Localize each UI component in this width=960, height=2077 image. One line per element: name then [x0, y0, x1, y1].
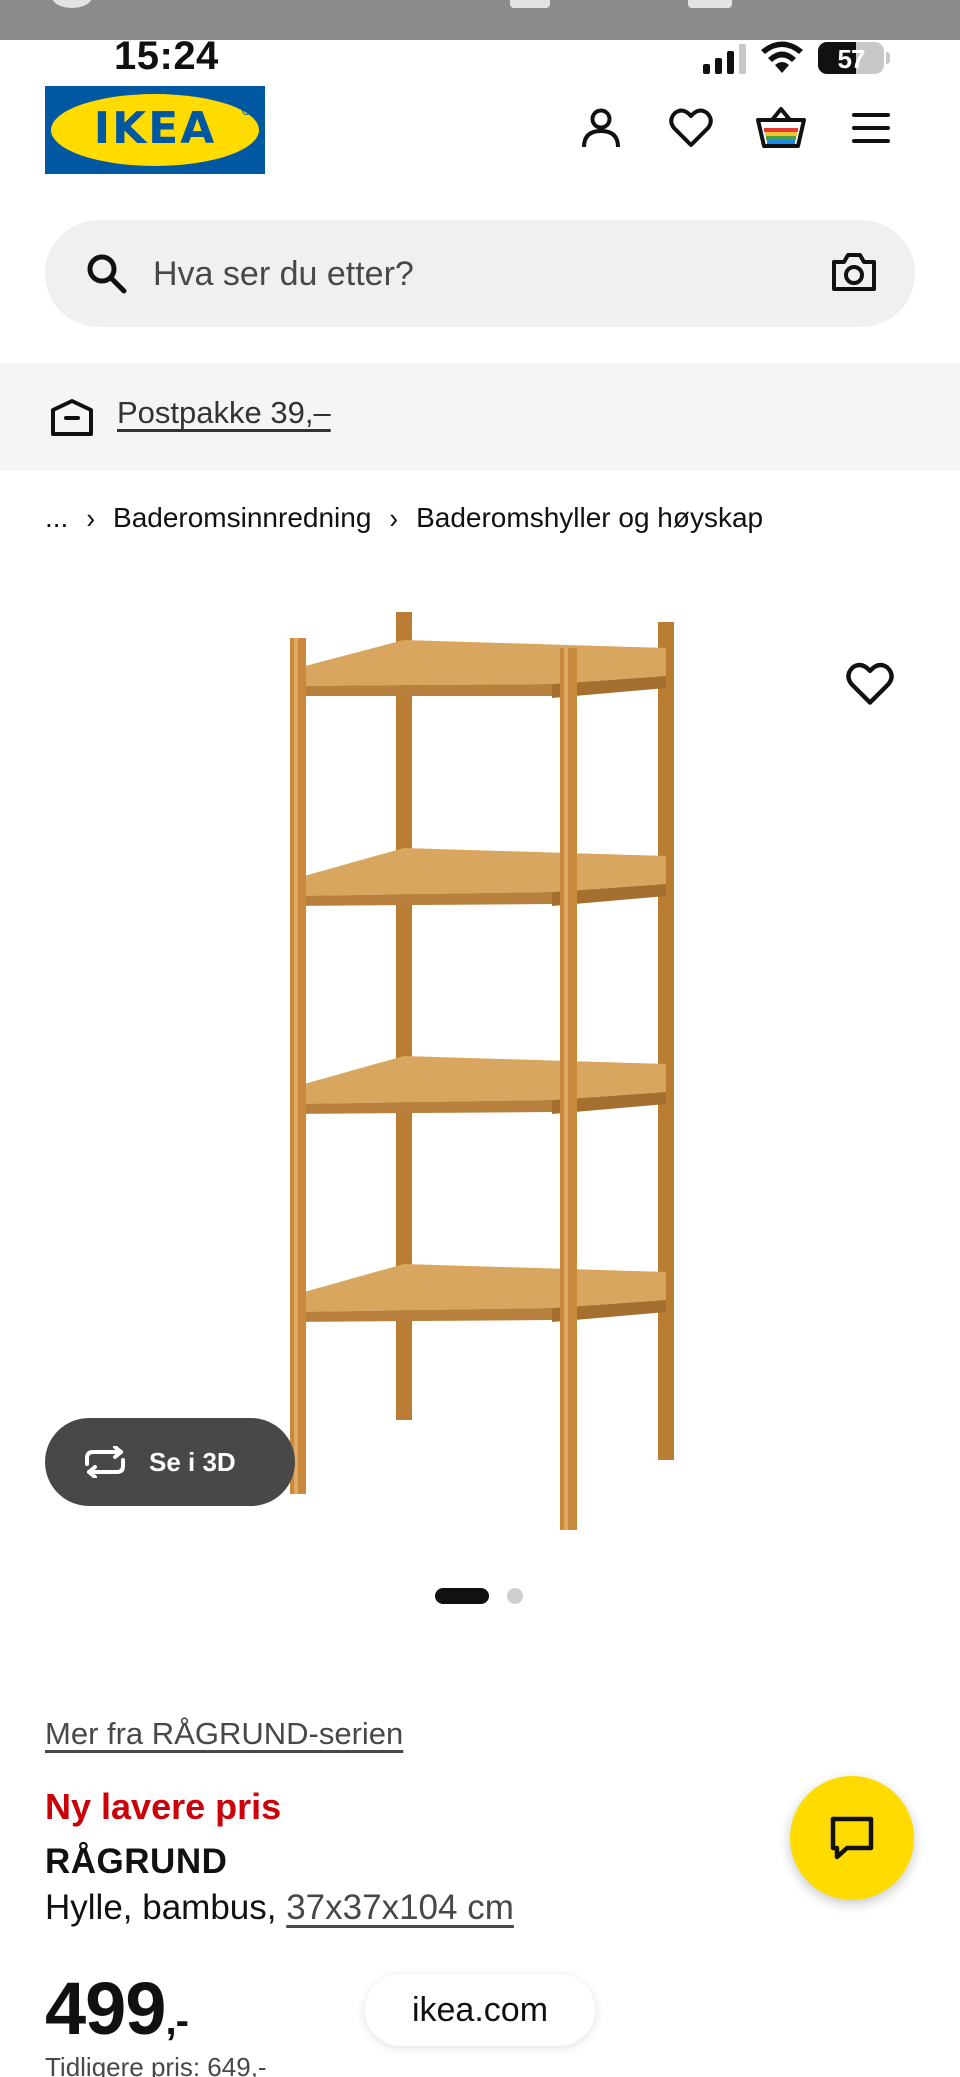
series-link[interactable]: Mer fra RÅGRUND-serien — [45, 1716, 403, 1752]
pagination-dot[interactable] — [507, 1588, 523, 1604]
account-icon[interactable] — [573, 100, 629, 156]
ikea-logo[interactable]: IKEA — [45, 86, 265, 174]
price-suffix: ,- — [165, 1999, 188, 2043]
parcel-icon — [51, 399, 93, 436]
gallery-pagination — [435, 1588, 523, 1604]
ghost-shape — [510, 0, 550, 8]
status-icons: 57 — [703, 38, 890, 78]
shelf-board — [290, 640, 666, 698]
logo-text: IKEA — [93, 103, 217, 154]
browser-url-pill[interactable]: ikea.com — [365, 1974, 595, 2046]
registered-mark — [242, 106, 251, 115]
cart-icon[interactable] — [753, 100, 809, 156]
heart-icon[interactable] — [663, 100, 719, 156]
breadcrumb: ... › Baderomsinnredning › Baderomshylle… — [45, 498, 763, 538]
battery-percentage: 57 — [837, 44, 866, 74]
product-price: 499,- — [45, 1966, 189, 2051]
breadcrumb-item[interactable]: Baderomshyller og høyskap — [416, 502, 763, 534]
wifi-icon — [761, 41, 803, 73]
product-dimensions-link[interactable]: 37x37x104 cm — [286, 1888, 514, 1927]
search-input[interactable] — [153, 246, 793, 302]
view-3d-label: Se i 3D — [149, 1446, 236, 1477]
shelf-board — [290, 848, 666, 906]
product-image[interactable] — [280, 600, 700, 1540]
breadcrumb-item[interactable]: Baderomsinnredning — [113, 502, 371, 534]
breadcrumb-ellipsis[interactable]: ... — [45, 502, 68, 534]
chat-icon — [830, 1816, 874, 1860]
shelf-board — [290, 1056, 666, 1114]
previous-price: Tidligere pris: 649,- — [45, 2052, 267, 2077]
search-bar[interactable] — [45, 220, 915, 327]
delivery-banner: Postpakke 39,– — [0, 363, 960, 471]
delivery-link[interactable]: Postpakke 39,– — [117, 395, 331, 431]
chevron-right-icon: › — [86, 500, 96, 534]
battery-nub — [886, 52, 890, 64]
status-time: 15:24 — [114, 34, 219, 78]
rotate-icon — [85, 1446, 125, 1478]
camera-icon[interactable] — [831, 250, 877, 294]
search-icon — [87, 254, 127, 294]
promo-label: Ny lavere pris — [45, 1786, 282, 1827]
chat-button[interactable] — [790, 1776, 914, 1900]
chevron-right-icon: › — [389, 500, 399, 534]
pagination-dot-active[interactable] — [435, 1588, 489, 1604]
ghost-shape — [52, 0, 92, 8]
ghost-shape — [688, 0, 732, 8]
heart-icon[interactable] — [846, 660, 894, 708]
product-description: Hylle, bambus, 37x37x104 cm — [45, 1888, 514, 1928]
view-3d-button[interactable]: Se i 3D — [45, 1418, 295, 1506]
product-name: RÅGRUND — [45, 1842, 228, 1881]
battery-icon: 57 — [818, 42, 884, 74]
cellular-signal-icon — [703, 42, 746, 74]
menu-icon[interactable] — [843, 100, 899, 156]
shelf-board — [290, 1264, 666, 1322]
product-type: Hylle, bambus, — [45, 1888, 287, 1927]
price-value: 499 — [45, 1967, 166, 2050]
